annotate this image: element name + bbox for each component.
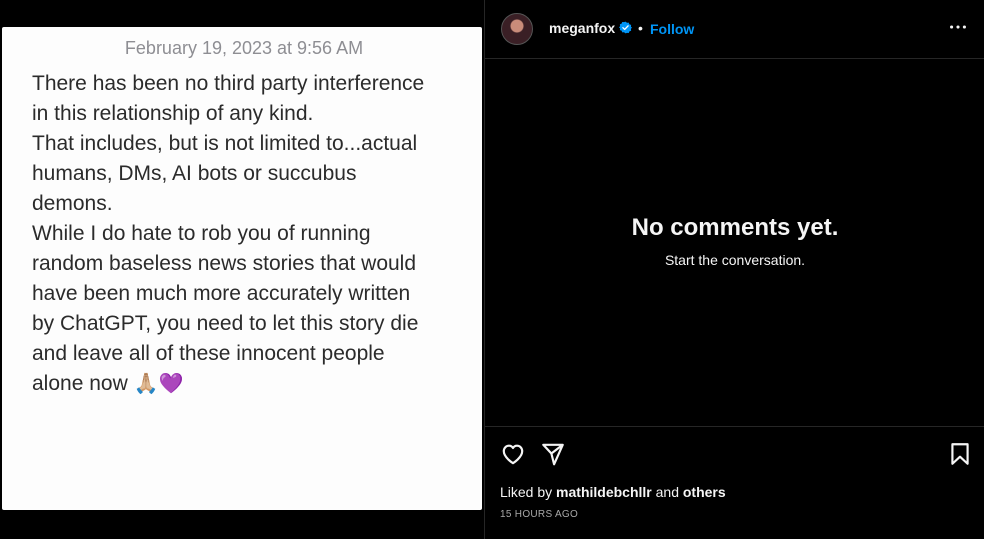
bookmark-icon[interactable] [947,441,973,467]
verified-badge-icon [619,21,632,34]
note-line: and leave all of these innocent people [32,342,385,365]
note-line: While I do hate to rob you of running [32,222,371,245]
note-body: There has been no third party interferen… [32,69,468,399]
liked-by-label: Liked by [500,484,553,500]
liked-and-label: and [655,484,679,500]
username-link[interactable]: meganfox [549,20,615,36]
post-header: meganfox • Follow [485,0,984,59]
note-line: There has been no third party interferen… [32,72,425,95]
post-timestamp[interactable]: 15 HOURS AGO [500,509,578,520]
note-date: February 19, 2023 at 9:56 AM [124,38,364,58]
send-icon[interactable] [540,441,566,467]
no-comments-title: No comments yet. [631,214,839,241]
note-line: humans, DMs, AI bots or succubus [32,162,357,185]
avatar[interactable] [501,13,533,45]
heart-icon[interactable] [500,441,526,467]
follow-button[interactable]: Follow [650,21,694,37]
note-card: February 19, 2023 at 9:56 AM There has b… [2,27,482,510]
note-line: have been much more accurately written [32,282,411,305]
note-line-last: alone now 🙏🏼💜 [32,369,468,399]
more-options-icon[interactable] [947,16,969,38]
note-line: demons. [32,192,113,215]
post-actions: Liked by mathildebchllr and others 15 HO… [485,426,984,539]
post-image: February 19, 2023 at 9:56 AM There has b… [0,0,484,539]
likes-summary: Liked by mathildebchllr and others [500,484,726,500]
no-comments-subtitle: Start the conversation. [664,252,806,268]
note-line: in this relationship of any kind. [32,102,314,125]
liked-by-user-link[interactable]: mathildebchllr [556,484,652,500]
note-line: That includes, but is not limited to...a… [32,132,418,155]
note-line-text: alone now [32,372,134,395]
praying-hands-purple-heart-emoji: 🙏🏼💜 [133,373,184,395]
post-sidebar: meganfox • Follow No comments yet. Start… [484,0,984,539]
liked-others-link[interactable]: others [683,484,726,500]
note-line: by ChatGPT, you need to let this story d… [32,312,419,335]
separator-dot: • [638,20,643,36]
note-line: random baseless news stories that would [32,252,417,275]
